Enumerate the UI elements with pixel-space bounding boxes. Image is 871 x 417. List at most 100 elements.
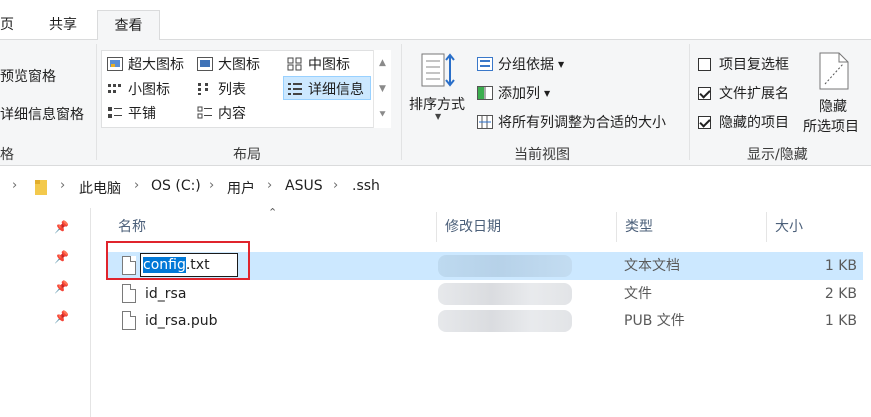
tab-share[interactable]: 共享 [49,10,81,40]
chevron-right-icon[interactable]: › [134,178,139,193]
resize-columns-icon [477,115,493,129]
file-type: PUB 文件 [624,313,685,329]
sort-icon [421,52,457,94]
scroll-down-icon[interactable]: ▼ [374,76,391,102]
layout-gallery-scroll[interactable]: ▲ ▼ ⯆ [373,50,391,128]
file-size: 1 KB [824,313,857,329]
hidden-items-label: 隐藏的项目 [719,115,789,131]
sort-by-button[interactable]: 排序方式 ▼ [407,50,469,126]
file-row[interactable]: id_rsa.pub PUB 文件 1 KB [108,307,863,335]
grid-icon [287,57,303,71]
date-obscured [438,255,572,277]
add-column-icon [477,86,493,100]
ribbon: 预览窗格 详细信息窗格 格 超大图标 大图标 中图标 小图标 列表 详细信息 平… [0,40,871,166]
group-divider [401,44,402,160]
navigation-pane[interactable]: 📌 📌 📌 📌 [0,208,91,417]
layout-label: 平铺 [128,106,156,122]
chevron-right-icon[interactable]: › [333,178,338,193]
gallery-expand-icon[interactable]: ⯆ [374,102,391,128]
layout-list[interactable]: 列表 [197,79,246,99]
group-divider [689,44,690,160]
current-view-group-label: 当前视图 [514,147,570,163]
details-icon [287,82,303,96]
hidden-items-toggle[interactable]: 隐藏的项目 [698,112,789,132]
details-pane-button[interactable]: 详细信息窗格 [0,104,84,124]
ribbon-tab-row: 页 共享 查看 [0,0,871,41]
chevron-right-icon[interactable]: › [209,178,214,193]
pin-icon[interactable]: 📌 [54,250,69,264]
layout-tiles[interactable]: 平铺 [107,103,156,123]
file-type: 文件 [624,286,652,302]
layout-label: 小图标 [128,82,170,98]
file-icon [122,311,136,330]
item-checkboxes-toggle[interactable]: 项目复选框 [698,54,789,74]
layout-large-icons[interactable]: 大图标 [197,54,260,74]
layout-label: 列表 [218,82,246,98]
chevron-down-icon: ▼ [558,59,565,69]
details-pane-label: 详细信息窗格 [0,107,84,123]
file-size: 2 KB [824,286,857,302]
tab-view[interactable]: 查看 [97,10,160,41]
column-header-size[interactable]: 大小 [767,212,863,242]
scroll-up-icon[interactable]: ▲ [374,50,391,76]
file-row[interactable]: id_rsa 文件 2 KB [108,280,863,308]
preview-pane-button[interactable]: 预览窗格 [0,66,56,86]
file-extensions-label: 文件扩展名 [719,86,789,102]
checkbox-unchecked[interactable] [698,57,711,71]
layout-group-label: 布局 [233,147,261,163]
add-column-button[interactable]: 添加列 ▼ [477,83,550,103]
checkbox-checked[interactable] [698,115,711,129]
column-header-name[interactable]: 名称 [110,212,437,242]
address-bar[interactable]: › › 此电脑 › OS (C:) › 用户 › ASUS › .ssh [0,166,871,208]
tiles-icon [107,106,123,120]
sort-by-label: 排序方式 [409,97,465,113]
panes-group-label: 格 [0,147,14,163]
image-icon [107,57,123,71]
pin-icon[interactable]: 📌 [54,220,69,234]
hide-file-icon [819,52,849,94]
show-hide-group-label: 显示/隐藏 [747,147,808,163]
chevron-down-icon: ▼ [544,88,551,98]
preview-pane-label: 预览窗格 [0,69,56,85]
chevron-down-icon: ▼ [435,112,442,121]
small-icons-icon [107,82,123,96]
tab-home-partial[interactable]: 页 [0,10,16,40]
column-header-date[interactable]: 修改日期 [437,212,616,242]
hide-selected-button[interactable]: 隐藏 所选项目 [801,50,867,135]
breadcrumb-user[interactable]: ASUS [285,178,323,194]
breadcrumb-this-pc[interactable]: 此电脑 [79,178,121,198]
chevron-right-icon[interactable]: › [12,178,17,193]
layout-small-icons[interactable]: 小图标 [107,79,170,99]
chevron-right-icon[interactable]: › [267,178,272,193]
group-divider [96,44,97,160]
layout-label: 详细信息 [308,82,364,98]
chevron-right-icon[interactable]: › [60,178,65,193]
file-name: id_rsa.pub [145,313,218,329]
column-header-type[interactable]: 类型 [617,212,766,242]
resize-columns-label: 将所有列调整为合适的大小 [498,115,666,131]
date-obscured [438,310,572,332]
layout-extra-large-icons[interactable]: 超大图标 [107,54,184,74]
file-name: id_rsa [145,286,187,302]
group-by-label: 分组依据 [498,57,554,73]
layout-label: 中图标 [308,57,350,73]
checkbox-checked[interactable] [698,86,711,100]
item-checkboxes-label: 项目复选框 [719,57,789,73]
breadcrumb-drive[interactable]: OS (C:) [151,178,201,194]
image-icon [197,57,213,71]
group-by-icon [477,57,493,71]
pin-icon[interactable]: 📌 [54,310,69,324]
file-size: 1 KB [824,258,857,274]
group-by-button[interactable]: 分组依据 ▼ [477,54,564,74]
pin-icon[interactable]: 📌 [54,280,69,294]
layout-medium-icons[interactable]: 中图标 [287,54,350,74]
content-icon [197,106,213,120]
add-column-label: 添加列 [498,86,540,102]
breadcrumb-ssh[interactable]: .ssh [352,178,380,194]
breadcrumb-users[interactable]: 用户 [227,178,255,198]
layout-details[interactable]: 详细信息 [287,79,364,99]
file-extensions-toggle[interactable]: 文件扩展名 [698,83,789,103]
layout-content[interactable]: 内容 [197,103,246,123]
file-type: 文本文档 [624,258,680,274]
resize-columns-button[interactable]: 将所有列调整为合适的大小 [477,112,666,132]
